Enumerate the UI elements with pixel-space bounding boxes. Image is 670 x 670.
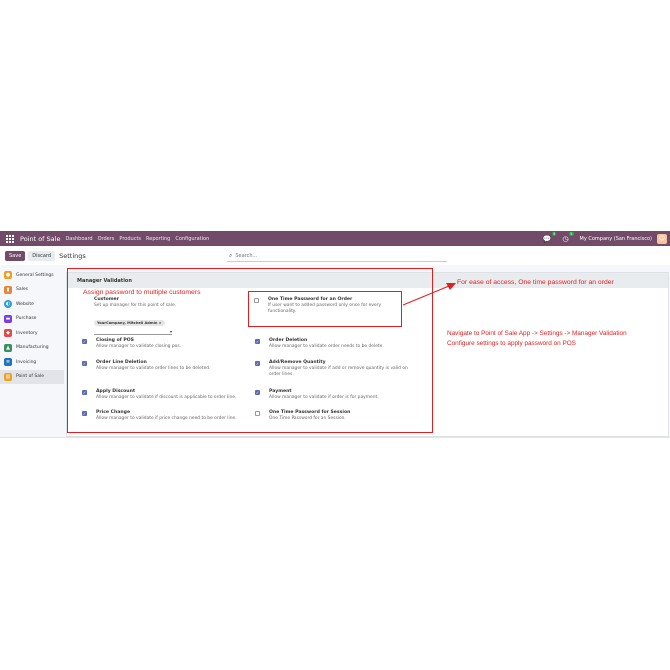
annotation-arrow-line	[402, 285, 450, 306]
page: Point of Sale Dashboard Orders Products …	[0, 0, 670, 670]
annotation-arrow	[402, 283, 456, 306]
